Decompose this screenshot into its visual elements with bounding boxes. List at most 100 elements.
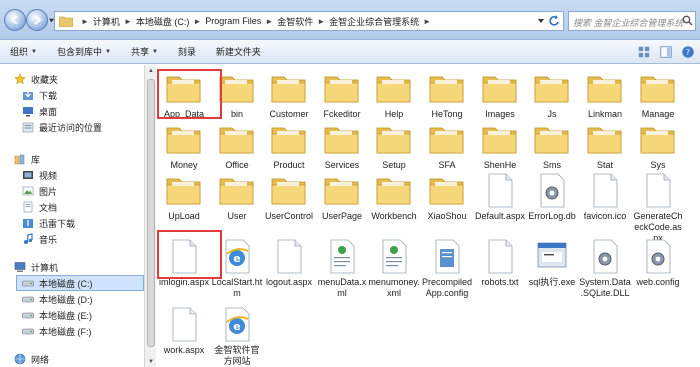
folder-item[interactable]: Sms bbox=[525, 120, 579, 171]
breadcrumb-drive-c[interactable]: 本地磁盘 (C:) bbox=[136, 15, 190, 28]
nav-drive-d[interactable]: 本地磁盘 (D:) bbox=[22, 291, 148, 307]
breadcrumb-separator[interactable]: ► bbox=[81, 17, 89, 26]
folder-item[interactable]: Customer bbox=[262, 69, 316, 120]
folder-item[interactable]: UpLoad bbox=[157, 171, 211, 222]
folder-item[interactable]: Help bbox=[367, 69, 421, 120]
nav-drive-e-label: 本地磁盘 (E:) bbox=[39, 310, 92, 321]
breadcrumb-program-files[interactable]: Program Files bbox=[205, 16, 261, 26]
item-label: Product bbox=[273, 160, 305, 170]
breadcrumb-separator[interactable]: ► bbox=[317, 17, 325, 26]
nav-downloads[interactable]: 下载 bbox=[22, 87, 148, 103]
nav-drive-e[interactable]: 本地磁盘 (E:) bbox=[22, 307, 148, 323]
scroll-up-icon[interactable]: ▲ bbox=[148, 68, 154, 74]
nav-drive-c[interactable]: 本地磁盘 (C:) bbox=[16, 275, 144, 291]
folder-icon bbox=[59, 16, 73, 27]
navigation-scrollbar[interactable]: ▲ ▼ bbox=[144, 65, 156, 367]
nav-network[interactable]: 网络 bbox=[14, 351, 148, 367]
file-item[interactable]: menumoney.xml bbox=[367, 237, 421, 299]
include-in-library-menu[interactable]: 包含到库中 ▼ bbox=[47, 40, 121, 64]
folder-item[interactable]: Office bbox=[210, 120, 264, 171]
breadcrumb-separator[interactable]: ► bbox=[265, 17, 273, 26]
new-folder-button[interactable]: 新建文件夹 bbox=[206, 40, 271, 64]
file-item[interactable]: robots.txt bbox=[473, 237, 527, 288]
nav-recent-places[interactable]: 最近访问的位置 bbox=[22, 119, 148, 135]
item-label: Fckeditor bbox=[323, 109, 361, 119]
address-dropdown-icon[interactable] bbox=[537, 17, 545, 25]
folder-icon bbox=[164, 171, 204, 209]
file-item[interactable]: GenerateCheckCode.aspx bbox=[631, 171, 685, 244]
breadcrumb-current-folder[interactable]: 金智企业综合管理系统 bbox=[329, 15, 419, 28]
nav-documents[interactable]: 文档 bbox=[22, 199, 148, 215]
folder-item[interactable]: Js bbox=[525, 69, 579, 120]
file-item[interactable]: work.aspx bbox=[157, 305, 211, 356]
file-item[interactable]: web.config bbox=[631, 237, 685, 288]
file-item[interactable]: e LocalStart.htm bbox=[210, 237, 264, 299]
folder-item[interactable]: Workbench bbox=[367, 171, 421, 222]
nav-drive-f[interactable]: 本地磁盘 (F:) bbox=[22, 323, 148, 339]
folder-item[interactable]: bin bbox=[210, 69, 264, 120]
breadcrumb-separator[interactable]: ► bbox=[124, 17, 132, 26]
file-item[interactable]: imlogin.aspx bbox=[157, 237, 211, 288]
file-item[interactable]: menuData.xml bbox=[315, 237, 369, 299]
nav-pictures[interactable]: 图片 bbox=[22, 183, 148, 199]
folder-item[interactable]: Setup bbox=[367, 120, 421, 171]
preview-pane-button[interactable] bbox=[658, 44, 674, 60]
forward-button[interactable] bbox=[26, 9, 48, 31]
scrollbar-thumb[interactable] bbox=[147, 79, 155, 347]
new-folder-label: 新建文件夹 bbox=[215, 47, 261, 57]
view-options-button[interactable] bbox=[636, 44, 652, 60]
folder-item[interactable]: Sys bbox=[631, 120, 685, 171]
folder-item[interactable]: SFA bbox=[420, 120, 474, 171]
folder-item[interactable]: Manage bbox=[631, 69, 685, 120]
nav-xunlei-label: 迅雷下载 bbox=[39, 218, 76, 229]
breadcrumb-jinzhi-software[interactable]: 金智软件 bbox=[277, 15, 313, 28]
organize-menu[interactable]: 组织 ▼ bbox=[0, 40, 47, 64]
burn-button[interactable]: 刻录 bbox=[168, 40, 206, 64]
file-item[interactable]: PrecompiledApp.config bbox=[420, 237, 474, 299]
nav-videos[interactable]: 视频 bbox=[22, 167, 148, 183]
folder-item[interactable]: HeTong bbox=[420, 69, 474, 120]
nav-libraries[interactable]: 库 bbox=[14, 151, 148, 167]
nav-computer[interactable]: 计算机 bbox=[14, 259, 148, 275]
nav-xunlei-downloads[interactable]: 迅雷下载 bbox=[22, 215, 148, 231]
search-input[interactable]: 搜索 金智企业综合管理系统 bbox=[568, 11, 696, 31]
folder-item[interactable]: Stat bbox=[578, 120, 632, 171]
folder-item[interactable]: UserPage bbox=[315, 171, 369, 222]
folder-item[interactable]: User bbox=[210, 171, 264, 222]
folder-item[interactable]: Images bbox=[473, 69, 527, 120]
folder-item[interactable]: Services bbox=[315, 120, 369, 171]
folder-item[interactable]: App_Data bbox=[157, 69, 211, 120]
file-item[interactable]: Default.aspx bbox=[473, 171, 527, 222]
folder-item[interactable]: Product bbox=[262, 120, 316, 171]
scroll-down-icon[interactable]: ▼ bbox=[148, 359, 154, 365]
nav-favorites[interactable]: 收藏夹 bbox=[14, 71, 148, 87]
breadcrumb-computer[interactable]: 计算机 bbox=[93, 15, 120, 28]
search-icon[interactable] bbox=[682, 15, 693, 26]
nav-downloads-label: 下载 bbox=[39, 90, 58, 101]
file-item[interactable]: e 金智软件官方网站 bbox=[210, 305, 264, 367]
file-item[interactable]: System.Data.SQLite.DLL bbox=[578, 237, 632, 299]
folder-item[interactable]: UserControl bbox=[262, 171, 316, 222]
folder-item[interactable]: ShenHe bbox=[473, 120, 527, 171]
share-menu[interactable]: 共享 ▼ bbox=[121, 40, 168, 64]
nav-desktop[interactable]: 桌面 bbox=[22, 103, 148, 119]
file-item[interactable]: favicon.ico bbox=[578, 171, 632, 222]
file-item[interactable]: sql执行.exe bbox=[525, 237, 579, 288]
refresh-icon[interactable] bbox=[547, 14, 561, 28]
nav-music[interactable]: 音乐 bbox=[22, 231, 148, 247]
file-item[interactable]: logout.aspx bbox=[262, 237, 316, 288]
address-field[interactable]: ► 计算机 ► 本地磁盘 (C:) ► Program Files ► 金智软件… bbox=[54, 11, 564, 31]
file-item[interactable]: ErrorLog.db bbox=[525, 171, 579, 222]
item-label: User bbox=[227, 211, 247, 221]
breadcrumb-separator[interactable]: ► bbox=[423, 17, 431, 26]
back-button[interactable] bbox=[4, 9, 26, 31]
breadcrumb-separator[interactable]: ► bbox=[193, 17, 201, 26]
folder-item[interactable]: Fckeditor bbox=[315, 69, 369, 120]
help-button[interactable]: ? bbox=[680, 44, 696, 60]
folder-item[interactable]: XiaoShou bbox=[420, 171, 474, 222]
item-label: Sys bbox=[650, 160, 666, 170]
item-label: System.Data.SQLite.DLL bbox=[579, 277, 631, 298]
folder-item[interactable]: Linkman bbox=[578, 69, 632, 120]
folder-item[interactable]: Money bbox=[157, 120, 211, 171]
network-icon bbox=[14, 353, 26, 365]
